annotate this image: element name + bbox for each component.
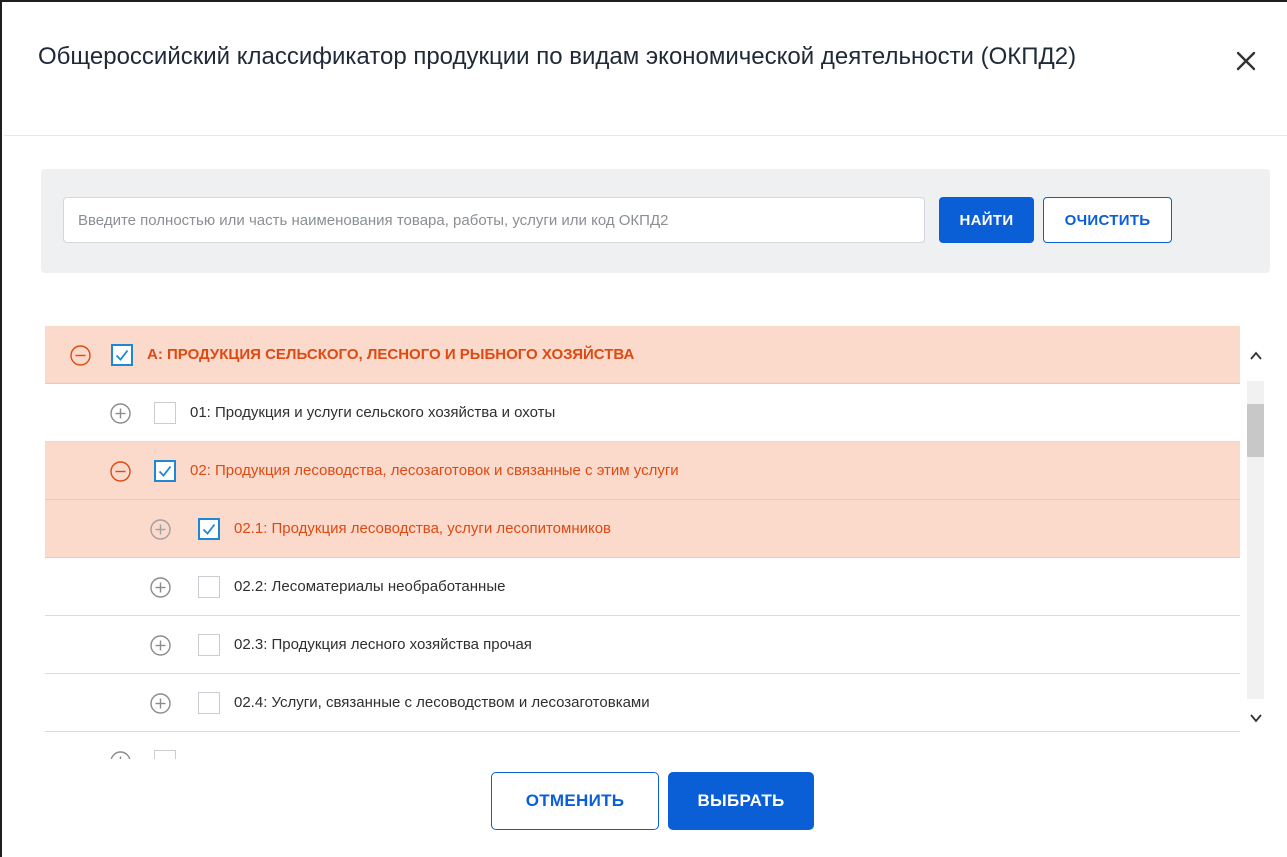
row-checkbox[interactable]	[154, 402, 176, 424]
row-checkbox[interactable]	[198, 634, 220, 656]
close-icon[interactable]	[1231, 46, 1261, 76]
expand-icon[interactable]	[150, 577, 171, 598]
tree-row[interactable]: 02.3: Продукция лесного хозяйства прочая	[45, 616, 1240, 674]
tree-row-label: 01: Продукция и услуги сельского хозяйст…	[190, 404, 556, 421]
tree-row[interactable]: A: ПРОДУКЦИЯ СЕЛЬСКОГО, ЛЕСНОГО И РЫБНОГ…	[45, 326, 1240, 384]
expand-icon[interactable]	[150, 693, 171, 714]
row-checkbox[interactable]	[154, 750, 176, 759]
scrollbar-thumb[interactable]	[1247, 404, 1264, 457]
tree-row[interactable]: 01: Продукция и услуги сельского хозяйст…	[45, 384, 1240, 442]
tree-row-label: 02.1: Продукция лесоводства, услуги лесо…	[234, 520, 612, 537]
okpd2-dialog: Общероссийский классификатор продукции п…	[0, 0, 1287, 857]
tree-row[interactable]	[45, 732, 1240, 759]
tree-scrollbar[interactable]	[1240, 326, 1271, 759]
tree-row[interactable]: 02.2: Лесоматериалы необработанные	[45, 558, 1240, 616]
row-checkbox[interactable]	[198, 692, 220, 714]
tree-row-label: 02.3: Продукция лесного хозяйства прочая	[234, 636, 532, 653]
expand-icon[interactable]	[110, 751, 131, 759]
search-input[interactable]	[63, 197, 925, 243]
search-panel: НАЙТИ ОЧИСТИТЬ	[41, 169, 1270, 273]
cancel-button[interactable]: ОТМЕНИТЬ	[491, 772, 659, 830]
dialog-footer: ОТМЕНИТЬ ВЫБРАТЬ	[2, 759, 1287, 857]
row-checkbox[interactable]	[111, 344, 133, 366]
collapse-icon[interactable]	[110, 461, 131, 482]
scroll-up-icon[interactable]	[1248, 348, 1264, 364]
expand-icon[interactable]	[150, 635, 171, 656]
clear-button[interactable]: ОЧИСТИТЬ	[1043, 197, 1172, 243]
tree-row-label: 02.2: Лесоматериалы необработанные	[234, 578, 506, 595]
tree-row[interactable]: 02: Продукция лесоводства, лесозаготовок…	[45, 442, 1240, 500]
scroll-down-icon[interactable]	[1248, 710, 1264, 726]
classifier-tree: A: ПРОДУКЦИЯ СЕЛЬСКОГО, ЛЕСНОГО И РЫБНОГ…	[45, 326, 1271, 759]
tree-row-label: 02.4: Услуги, связанные с лесоводством и…	[234, 694, 650, 711]
find-button[interactable]: НАЙТИ	[939, 197, 1034, 243]
dialog-title: Общероссийский классификатор продукции п…	[38, 43, 1077, 70]
collapse-icon[interactable]	[70, 345, 91, 366]
tree-row-label: A: ПРОДУКЦИЯ СЕЛЬСКОГО, ЛЕСНОГО И РЫБНОГ…	[147, 346, 635, 363]
expand-icon[interactable]	[150, 519, 171, 540]
header-divider	[4, 135, 1287, 136]
row-checkbox[interactable]	[198, 518, 220, 540]
expand-icon[interactable]	[110, 403, 131, 424]
tree-row[interactable]: 02.4: Услуги, связанные с лесоводством и…	[45, 674, 1240, 732]
dialog-header: Общероссийский классификатор продукции п…	[38, 40, 1118, 73]
select-button[interactable]: ВЫБРАТЬ	[668, 772, 814, 830]
row-checkbox[interactable]	[198, 576, 220, 598]
tree-list: A: ПРОДУКЦИЯ СЕЛЬСКОГО, ЛЕСНОГО И РЫБНОГ…	[45, 326, 1240, 759]
tree-row-label: 02: Продукция лесоводства, лесозаготовок…	[190, 462, 679, 479]
tree-row[interactable]: 02.1: Продукция лесоводства, услуги лесо…	[45, 500, 1240, 558]
scrollbar-track[interactable]	[1247, 381, 1264, 699]
row-checkbox[interactable]	[154, 460, 176, 482]
